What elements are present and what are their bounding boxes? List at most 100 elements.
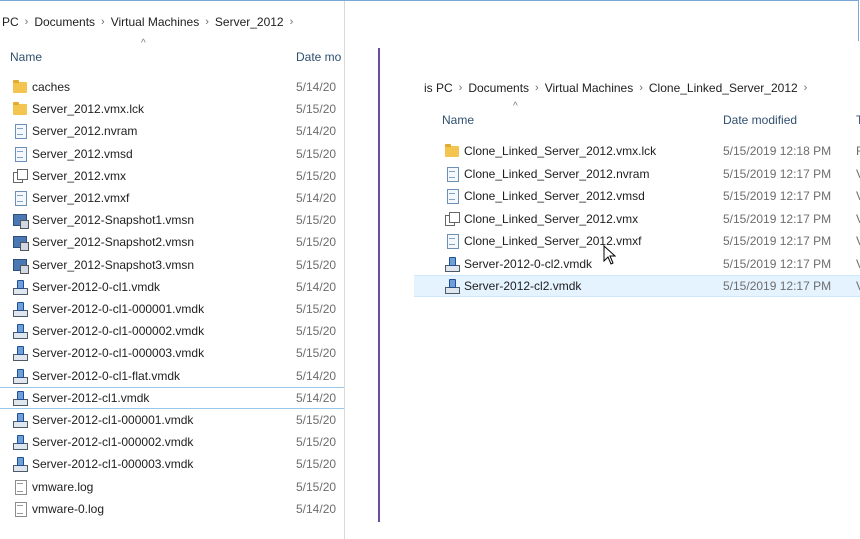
- vmdk-icon: [444, 278, 460, 294]
- file-name: vmware.log: [32, 479, 94, 494]
- column-header-name[interactable]: Name: [442, 109, 474, 131]
- date-modified: 5/14/20: [296, 279, 337, 294]
- document-icon: [444, 166, 460, 182]
- file-name: Clone_Linked_Server_2012.nvram: [464, 166, 650, 181]
- vmx-icon: [12, 168, 28, 184]
- document-icon: [12, 123, 28, 140]
- file-row[interactable]: Clone_Linked_Server_2012.vmxf 5/15/2019 1…: [414, 230, 860, 252]
- column-header-date[interactable]: Date modified: [723, 109, 797, 131]
- file-type: V: [856, 257, 860, 271]
- right-explorer-pane: is PC › Documents › Virtual Machines › Clone_L…: [414, 74, 860, 444]
- file-name: Server-2012-cl2.vmdk: [464, 279, 582, 293]
- date-modified: 5/15/20: [296, 324, 337, 339]
- breadcrumb-item[interactable]: Clone_Linked_Server_2012: [647, 81, 800, 95]
- column-header-type[interactable]: T: [856, 109, 860, 131]
- file-row[interactable]: vmware.log 5/15/20: [0, 476, 344, 498]
- log-icon: [12, 479, 28, 495]
- chevron-right-icon[interactable]: ›: [21, 16, 33, 28]
- chevron-right-icon[interactable]: ›: [531, 82, 543, 94]
- file-row[interactable]: Server-2012-cl1-000003.vmdk 5/15/20: [0, 453, 344, 475]
- breadcrumb: PC › Documents › Virtual Machines › Server_201…: [0, 12, 297, 32]
- chevron-right-icon[interactable]: ›: [201, 16, 213, 28]
- breadcrumb-item[interactable]: Documents: [32, 15, 97, 29]
- sort-ascending-icon: ^: [141, 38, 146, 49]
- file-name: vmware-0.log: [32, 501, 105, 516]
- date-modified: 5/15/20: [296, 102, 337, 117]
- vmdk-icon: [12, 368, 28, 384]
- chevron-right-icon[interactable]: ›: [97, 16, 109, 28]
- file-row[interactable]: Server_2012.vmsd 5/15/20: [0, 143, 344, 165]
- date-modified: 5/15/2019 12:17 PM: [723, 166, 832, 181]
- file-name: Server_2012.nvram: [32, 124, 138, 139]
- breadcrumb: is PC › Documents › Virtual Machines › Clone_L…: [422, 78, 811, 98]
- file-row[interactable]: Server_2012.vmx.lck 5/15/20: [0, 98, 344, 120]
- chevron-right-icon[interactable]: ›: [800, 82, 812, 94]
- file-row[interactable]: Server-2012-cl1-000001.vmdk 5/15/20: [0, 409, 344, 431]
- date-modified: 5/15/2019 12:17 PM: [723, 279, 832, 293]
- file-row[interactable]: Server-2012-0-cl2.vmdk 5/15/2019 12:17 PM…: [414, 253, 860, 275]
- breadcrumb-item[interactable]: is PC: [422, 81, 455, 95]
- file-name: Server_2012.vmx.lck: [32, 102, 145, 117]
- file-row[interactable]: Server_2012-Snapshot1.vmsn 5/15/20: [0, 209, 344, 231]
- log-icon: [12, 501, 28, 517]
- file-name: Clone_Linked_Server_2012.vmx.lck: [464, 144, 657, 158]
- file-row[interactable]: Server_2012.nvram 5/14/20: [0, 120, 344, 142]
- folder-icon: [444, 143, 460, 159]
- file-row[interactable]: Server-2012-0-cl1-000001.vmdk 5/15/20: [0, 298, 344, 320]
- file-row[interactable]: Server_2012.vmxf 5/14/20: [0, 187, 344, 209]
- file-row[interactable]: Server-2012-cl1-000002.vmdk 5/15/20: [0, 431, 344, 453]
- date-modified: 5/14/20: [296, 124, 337, 139]
- column-header-name[interactable]: Name: [10, 46, 42, 68]
- date-modified: 5/15/2019 12:18 PM: [723, 144, 832, 158]
- file-row[interactable]: Server-2012-0-cl1-000003.vmdk 5/15/20: [0, 342, 344, 364]
- breadcrumb-item[interactable]: PC: [0, 15, 21, 29]
- file-name: Server-2012-cl1.vmdk: [32, 390, 150, 405]
- breadcrumb-item[interactable]: Documents: [466, 81, 531, 95]
- date-modified: 5/15/20: [296, 457, 337, 472]
- vmdk-icon: [12, 301, 28, 317]
- mouse-cursor-icon: [603, 245, 617, 265]
- file-row[interactable]: caches 5/14/20: [0, 76, 344, 98]
- file-row[interactable]: Clone_Linked_Server_2012.vmsd 5/15/2019 1…: [414, 185, 860, 207]
- column-header-date[interactable]: Date mo: [296, 46, 341, 68]
- file-name: Server-2012-0-cl2.vmdk: [464, 256, 593, 271]
- date-modified: 5/15/20: [296, 479, 337, 494]
- file-name: Server_2012-Snapshot3.vmsn: [32, 257, 195, 272]
- date-modified: 5/15/20: [296, 413, 337, 427]
- file-row[interactable]: Server-2012-cl2.vmdk 5/15/2019 12:17 PM V: [414, 275, 860, 297]
- file-row[interactable]: Server_2012-Snapshot2.vmsn 5/15/20: [0, 231, 344, 253]
- breadcrumb-item[interactable]: Virtual Machines: [543, 81, 636, 95]
- file-row[interactable]: Server-2012-cl1.vmdk 5/14/20: [0, 386, 344, 409]
- chevron-right-icon[interactable]: ›: [286, 16, 298, 28]
- file-row[interactable]: Server-2012-0-cl1-000002.vmdk 5/15/20: [0, 320, 344, 342]
- file-row[interactable]: Server-2012-0-cl1.vmdk 5/14/20: [0, 276, 344, 298]
- date-modified: 5/14/20: [296, 390, 337, 405]
- file-row[interactable]: Clone_Linked_Server_2012.nvram 5/15/2019 …: [414, 163, 860, 185]
- date-modified: 5/15/20: [296, 146, 337, 161]
- breadcrumb-item[interactable]: Server_2012: [213, 15, 286, 29]
- file-row[interactable]: Clone_Linked_Server_2012.vmx.lck 5/15/201…: [414, 140, 860, 162]
- folder-icon: [12, 79, 28, 95]
- file-row[interactable]: Server_2012-Snapshot3.vmsn 5/15/20: [0, 254, 344, 276]
- chevron-right-icon[interactable]: ›: [635, 82, 647, 94]
- date-modified: 5/14/20: [296, 501, 337, 516]
- file-name: Server_2012.vmx: [32, 168, 127, 183]
- file-name: Clone_Linked_Server_2012.vmx: [464, 211, 639, 226]
- vmdk-icon: [12, 412, 28, 428]
- file-name: Server_2012.vmxf: [32, 191, 130, 205]
- breadcrumb-item[interactable]: Virtual Machines: [109, 15, 202, 29]
- chevron-right-icon[interactable]: ›: [455, 82, 467, 94]
- file-row[interactable]: vmware-0.log 5/14/20: [0, 498, 344, 520]
- date-modified: 5/15/2019 12:17 PM: [723, 256, 832, 271]
- document-icon: [444, 188, 460, 204]
- file-type: F: [856, 144, 860, 158]
- file-row[interactable]: Server-2012-0-cl1-flat.vmdk 5/14/20: [0, 365, 344, 387]
- file-row[interactable]: Clone_Linked_Server_2012.vmx 5/15/2019 12…: [414, 208, 860, 230]
- date-modified: 5/15/20: [296, 302, 337, 316]
- vmdk-icon: [444, 256, 460, 272]
- file-row[interactable]: Server_2012.vmx 5/15/20: [0, 165, 344, 187]
- left-explorer-pane: PC › Documents › Virtual Machines › Server_201…: [0, 0, 345, 539]
- file-name: Server-2012-0-cl1-000002.vmdk: [32, 324, 205, 339]
- snapshot-icon: [12, 212, 29, 230]
- sort-ascending-icon: ^: [513, 101, 518, 112]
